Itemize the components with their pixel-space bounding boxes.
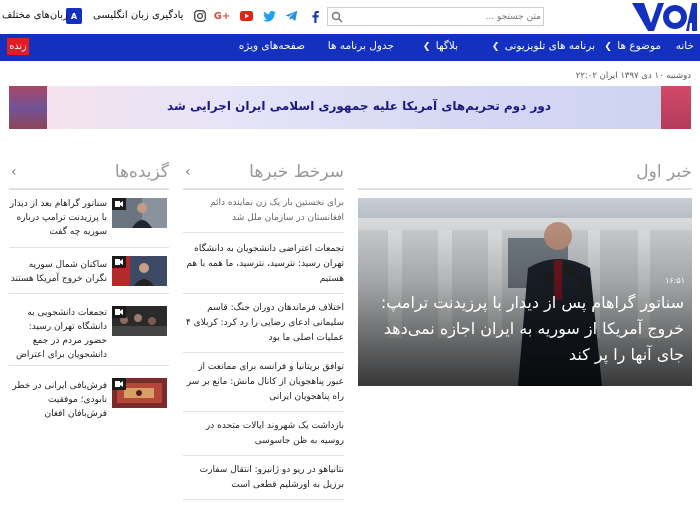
featured-header[interactable]: گزیده‌ها ‹: [9, 160, 169, 190]
hero-story[interactable]: ۱۶:۵۱ سناتور گراهام پس از دیدار با پرزید…: [358, 198, 692, 386]
featured-thumbnail[interactable]: [112, 378, 167, 408]
google-plus-icon[interactable]: G+: [214, 9, 231, 23]
nav-blogs-label: بلاگها: [435, 40, 458, 52]
nav-topics-label: موضوع ها: [617, 40, 661, 52]
voa-logo[interactable]: [631, 1, 698, 33]
featured-item[interactable]: ساکنان شمال سوریه نگران خروج آمریکا هستن…: [9, 250, 169, 294]
search-icon[interactable]: [331, 11, 343, 23]
nav-topics[interactable]: موضوع ها ❯: [604, 40, 661, 52]
nav-tv-programs-label: برنامه های تلویزیونی: [504, 40, 595, 52]
featured-text[interactable]: سناتور گراهام بعد از دیدار با پرزیدنت تر…: [9, 197, 107, 239]
headlines-title[interactable]: سرخط خبرها: [249, 162, 344, 182]
featured-title[interactable]: گزیده‌ها: [115, 162, 169, 182]
featured-text[interactable]: ساکنان شمال سوریه نگران خروج آمریکا هستن…: [9, 258, 107, 286]
search-box[interactable]: [327, 7, 544, 26]
banner-decor-right: [661, 86, 691, 129]
translate-icon[interactable]: A: [66, 8, 82, 24]
video-icon: [112, 378, 126, 390]
youtube-icon[interactable]: [238, 9, 254, 23]
top-news-header: خبر اول: [358, 160, 692, 190]
search-input[interactable]: [346, 9, 541, 24]
live-button[interactable]: زنده: [7, 38, 29, 55]
headline-item[interactable]: نتانیاهو در ریو دو ژانیرو: انتقال سفارت …: [183, 463, 344, 500]
date-line: دوشنبه ۱۰ دی ۱۳۹۷ ایران ۲۲:۰۲: [575, 71, 691, 81]
hero-time: ۱۶:۵۱: [665, 276, 685, 285]
chevron-down-icon: ❯: [491, 42, 500, 52]
banner-text: دور دوم تحریم‌های آمریکا علیه جمهوری اسل…: [167, 99, 551, 113]
featured-item[interactable]: سناتور گراهام بعد از دیدار با پرزیدنت تر…: [9, 194, 169, 248]
nav-blogs[interactable]: بلاگها ❯: [423, 40, 458, 52]
featured-text[interactable]: تجمعات دانشجویی به دانشگاه تهران رسید: ح…: [9, 306, 107, 362]
featured-thumbnail[interactable]: [112, 256, 167, 286]
headline-item[interactable]: اختلاف فرماندهان دوران جنگ: قاسم سلیمانی…: [183, 301, 344, 353]
nav-special-pages-label: صفحه‌های ویژه: [238, 40, 305, 52]
facebook-icon[interactable]: [307, 9, 323, 23]
promo-banner[interactable]: دور دوم تحریم‌های آمریکا علیه جمهوری اسل…: [9, 86, 691, 129]
hero-title[interactable]: سناتور گراهام پس از دیدار با پرزیدنت ترا…: [366, 290, 684, 368]
main-nav: خانه موضوع ها ❯ برنامه های تلویزیونی ❯ ب…: [0, 34, 700, 61]
nav-tv-programs[interactable]: برنامه های تلویزیونی ❯: [492, 40, 595, 52]
featured-thumbnail[interactable]: [112, 306, 167, 336]
video-icon: [112, 306, 126, 318]
headline-item[interactable]: بازداشت یک شهروند ایالات متحده در روسیه …: [183, 419, 344, 456]
chevron-down-icon: ❯: [604, 42, 612, 52]
top-news-title: خبر اول: [636, 162, 692, 182]
video-icon: [112, 256, 126, 268]
nav-special-pages[interactable]: صفحه‌های ویژه: [239, 40, 305, 52]
nav-home-label: خانه: [675, 40, 694, 52]
twitter-icon[interactable]: [261, 9, 277, 23]
video-icon: [112, 198, 126, 210]
headline-item[interactable]: توافق بریتانیا و فرانسه برای ممانعت از ع…: [183, 360, 344, 412]
headlines-header[interactable]: سرخط خبرها ‹: [183, 160, 344, 190]
nav-home[interactable]: خانه: [676, 40, 694, 52]
languages-link[interactable]: زبان‌های مختلف: [2, 10, 68, 21]
top-bar: G+ یادگیری زبان انگلیسی A زبان‌های مختلف: [0, 0, 700, 33]
featured-item[interactable]: فرش‌بافی ایرانی در خطر نابودی؛ موفقیت فر…: [9, 372, 169, 428]
chevron-left-icon[interactable]: ‹: [11, 164, 17, 180]
chevron-left-icon[interactable]: ‹: [185, 164, 191, 180]
instagram-icon[interactable]: [192, 9, 208, 23]
chevron-down-icon: ❯: [422, 42, 431, 52]
headline-item[interactable]: تجمعات اعتراضی دانشجویان به دانشگاه تهرا…: [183, 242, 344, 294]
nav-schedule-label: جدول برنامه ها: [327, 40, 394, 52]
featured-thumbnail[interactable]: [112, 198, 167, 228]
featured-item[interactable]: تجمعات دانشجویی به دانشگاه تهران رسید: ح…: [9, 298, 169, 366]
telegram-icon[interactable]: [283, 9, 299, 23]
featured-text[interactable]: فرش‌بافی ایرانی در خطر نابودی؛ موفقیت فر…: [9, 379, 107, 421]
nav-schedule[interactable]: جدول برنامه ها: [328, 40, 394, 52]
learn-english-link[interactable]: یادگیری زبان انگلیسی: [93, 10, 183, 21]
banner-decor-left: [9, 86, 47, 129]
headline-item[interactable]: برای نخستین بار یک زن نماینده دائم افغان…: [183, 196, 344, 233]
